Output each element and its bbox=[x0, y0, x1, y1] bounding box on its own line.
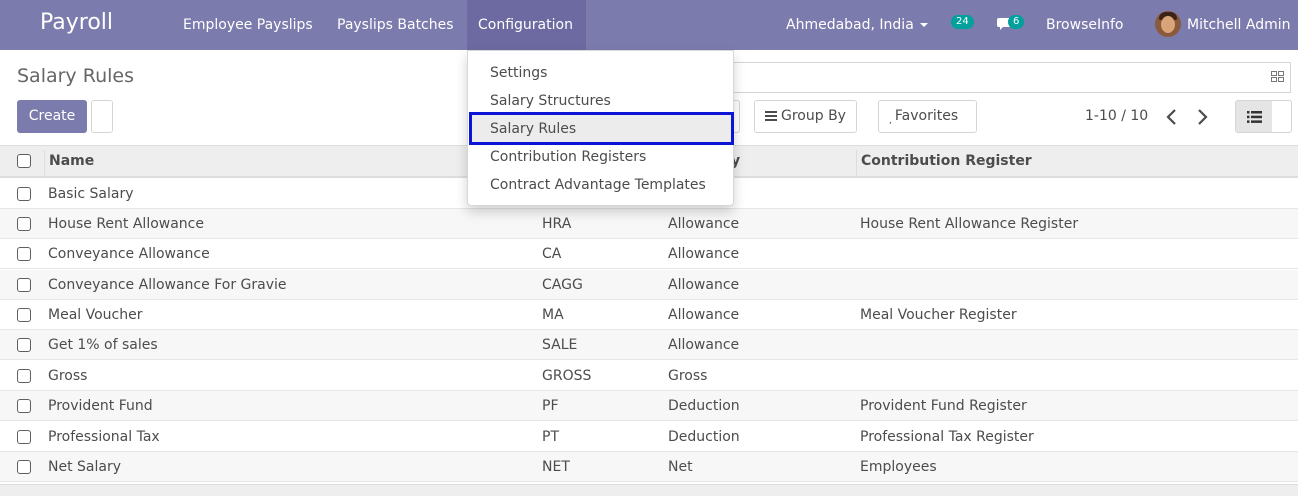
menu-item-contract-advantage-templates[interactable]: Contract Advantage Templates bbox=[490, 175, 706, 195]
search-input[interactable] bbox=[729, 62, 1291, 93]
rule-code: GROSS bbox=[542, 368, 592, 384]
list-view-button[interactable] bbox=[1236, 101, 1272, 132]
rule-category: Allowance bbox=[668, 246, 740, 262]
search-options-icon[interactable] bbox=[1271, 71, 1284, 82]
row-checkbox[interactable] bbox=[17, 460, 31, 474]
rule-category: Allowance bbox=[668, 216, 740, 232]
rule-category: Allowance bbox=[668, 337, 740, 353]
list-icon bbox=[1247, 111, 1262, 123]
row-checkbox[interactable] bbox=[17, 369, 31, 383]
table-row[interactable]: Conveyance Allowance CA Allowance bbox=[0, 239, 1298, 269]
column-header-contribution-register[interactable]: Contribution Register bbox=[861, 146, 1032, 177]
rule-name: Conveyance Allowance For Gravie bbox=[48, 277, 287, 293]
column-header-name[interactable]: Name bbox=[49, 146, 94, 177]
menu-payslips-batches[interactable]: Payslips Batches bbox=[326, 0, 465, 50]
create-button[interactable]: Create bbox=[17, 100, 87, 133]
bars-icon bbox=[765, 111, 777, 121]
app-brand[interactable]: Payroll bbox=[40, 10, 113, 35]
user-menu[interactable]: Mitchell Admin bbox=[1187, 0, 1291, 50]
row-checkbox[interactable] bbox=[17, 247, 31, 261]
table-row[interactable]: Conveyance Allowance For Gravie CAGG All… bbox=[0, 270, 1298, 300]
rule-name: Get 1% of sales bbox=[48, 337, 158, 353]
menu-configuration[interactable]: Configuration bbox=[467, 0, 586, 50]
table-row[interactable]: Net Salary NET Net Employees bbox=[0, 452, 1298, 482]
rule-name: Basic Salary bbox=[48, 186, 134, 202]
rule-code: NET bbox=[542, 459, 570, 475]
row-checkbox[interactable] bbox=[17, 399, 31, 413]
menu-item-contribution-registers[interactable]: Contribution Registers bbox=[490, 147, 646, 167]
message-count-badge: 6 bbox=[1008, 15, 1025, 29]
rule-code: HRA bbox=[542, 216, 572, 232]
company-name[interactable]: BrowseInfo bbox=[1046, 0, 1123, 50]
favorites-button[interactable]: , Favorites bbox=[878, 100, 977, 133]
rule-register: House Rent Allowance Register bbox=[860, 216, 1079, 232]
rule-category: Deduction bbox=[668, 429, 740, 445]
row-checkbox[interactable] bbox=[17, 278, 31, 292]
menu-employee-payslips[interactable]: Employee Payslips bbox=[172, 0, 324, 50]
select-all-checkbox[interactable] bbox=[17, 154, 31, 168]
group-by-button[interactable]: Group By bbox=[754, 100, 857, 133]
table-row[interactable]: Provident Fund PF Deduction Provident Fu… bbox=[0, 391, 1298, 421]
row-checkbox[interactable] bbox=[17, 217, 31, 231]
rule-code: CAGG bbox=[542, 277, 583, 293]
rule-name: Net Salary bbox=[48, 459, 122, 475]
chevron-down-icon bbox=[919, 23, 928, 27]
pager-value[interactable]: 1-10 / 10 bbox=[1085, 108, 1148, 124]
table-row[interactable]: Gross GROSS Gross bbox=[0, 361, 1298, 391]
star-icon: , bbox=[889, 116, 892, 126]
rule-code: PF bbox=[542, 398, 559, 414]
rule-category: Allowance bbox=[668, 277, 740, 293]
menu-item-salary-rules[interactable]: Salary Rules bbox=[490, 119, 576, 139]
rule-category: Gross bbox=[668, 368, 708, 384]
table-row[interactable]: Meal Voucher MA Allowance Meal Voucher R… bbox=[0, 300, 1298, 330]
rule-code: MA bbox=[542, 307, 564, 323]
table-row[interactable]: Professional Tax PT Deduction Profession… bbox=[0, 422, 1298, 452]
chevron-right-icon[interactable] bbox=[1195, 108, 1209, 126]
view-switcher bbox=[1235, 100, 1292, 133]
rule-register: Professional Tax Register bbox=[860, 429, 1034, 445]
rule-category: Deduction bbox=[668, 398, 740, 414]
menu-item-salary-structures[interactable]: Salary Structures bbox=[490, 91, 611, 111]
chevron-left-icon[interactable] bbox=[1165, 108, 1179, 126]
menu-item-settings[interactable]: Settings bbox=[490, 63, 547, 83]
rule-code: PT bbox=[542, 429, 559, 445]
rule-name: Gross bbox=[48, 368, 88, 384]
group-by-label: Group By bbox=[781, 108, 846, 124]
avatar[interactable] bbox=[1155, 11, 1181, 37]
table-row[interactable]: House Rent Allowance HRA Allowance House… bbox=[0, 209, 1298, 239]
row-checkbox[interactable] bbox=[17, 187, 31, 201]
rule-register: Provident Fund Register bbox=[860, 398, 1027, 414]
rule-category: Net bbox=[668, 459, 693, 475]
rule-code: SALE bbox=[542, 337, 578, 353]
rule-register: Meal Voucher Register bbox=[860, 307, 1017, 323]
row-checkbox[interactable] bbox=[17, 338, 31, 352]
import-button[interactable] bbox=[91, 100, 113, 133]
top-navbar: Payroll Employee Payslips Payslips Batch… bbox=[0, 0, 1298, 50]
configuration-dropdown: Settings Salary Structures Salary Rules … bbox=[467, 50, 734, 206]
favorites-label: Favorites bbox=[894, 108, 959, 124]
rule-category: Allowance bbox=[668, 307, 740, 323]
rule-name: Conveyance Allowance bbox=[48, 246, 210, 262]
table-footer bbox=[0, 484, 1298, 496]
company-switcher-label: Ahmedabad, India bbox=[786, 17, 914, 33]
row-checkbox[interactable] bbox=[17, 430, 31, 444]
rule-name: Provident Fund bbox=[48, 398, 153, 414]
activity-count-badge: 24 bbox=[951, 15, 974, 29]
rule-name: Meal Voucher bbox=[48, 307, 143, 323]
row-checkbox[interactable] bbox=[17, 308, 31, 322]
page-title: Salary Rules bbox=[17, 65, 134, 87]
rule-name: Professional Tax bbox=[48, 429, 160, 445]
table-row[interactable]: Get 1% of sales SALE Allowance bbox=[0, 330, 1298, 360]
rule-code: CA bbox=[542, 246, 562, 262]
company-switcher[interactable]: Ahmedabad, India bbox=[786, 0, 928, 50]
rule-register: Employees bbox=[860, 459, 937, 475]
rule-name: House Rent Allowance bbox=[48, 216, 204, 232]
